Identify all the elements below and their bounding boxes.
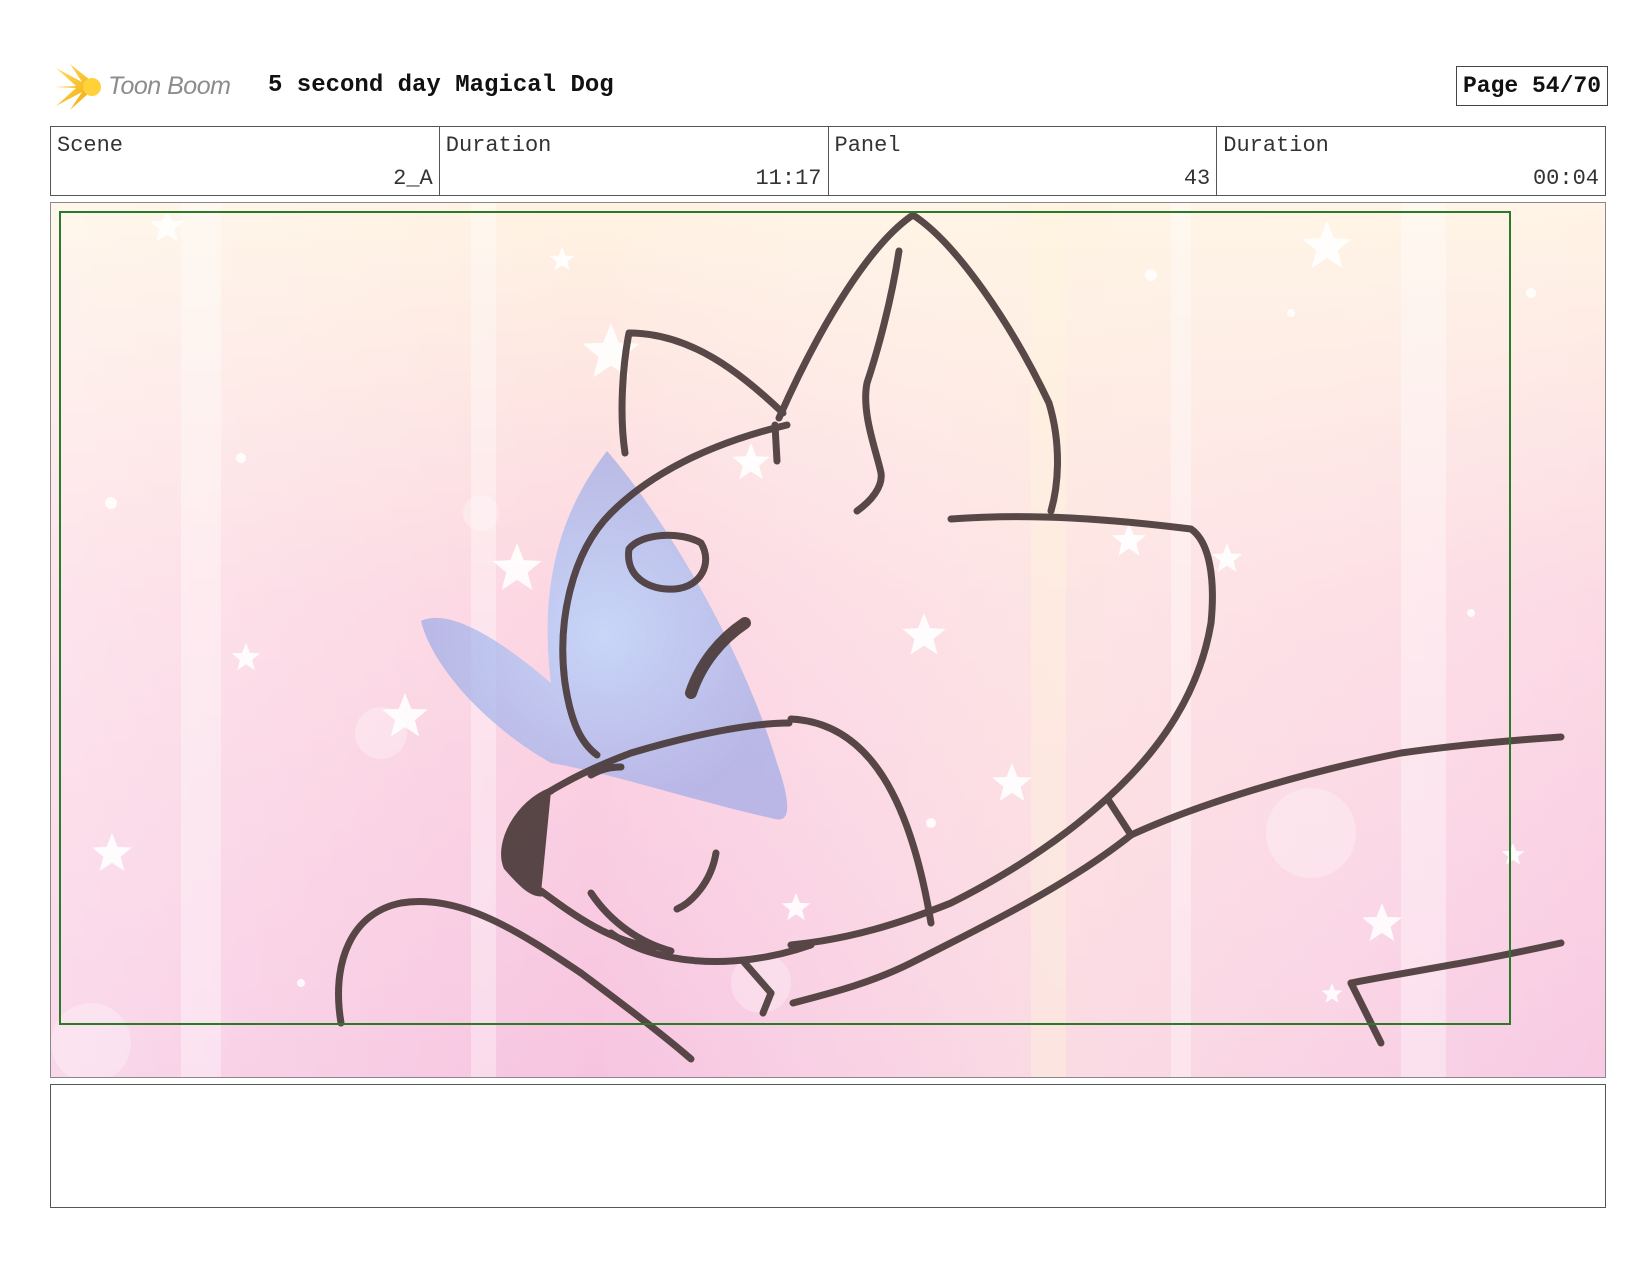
toon-boom-logo-icon xyxy=(54,64,101,110)
document-title: 5 second day Magical Dog xyxy=(268,72,614,99)
panel-duration-label: Duration xyxy=(1223,133,1329,158)
scene-value: 2_A xyxy=(393,166,433,191)
storyboard-panel xyxy=(50,202,1606,1078)
logo-text: Toon Boom xyxy=(108,72,231,100)
panel-cell: Panel 43 xyxy=(827,127,1217,195)
scene-duration-label: Duration xyxy=(445,133,552,158)
panel-label: Panel xyxy=(834,133,901,158)
scene-duration-cell: Duration 11:17 xyxy=(438,127,828,195)
scene-label: Scene xyxy=(57,133,124,158)
panel-duration-value: 00:04 xyxy=(1532,166,1599,191)
page-number: Page 54/70 xyxy=(1455,66,1608,106)
panel-value: 43 xyxy=(1183,166,1211,191)
page-header: Toon Boom 5 second day Magical Dog Page … xyxy=(52,58,1608,114)
scene-info-row: Scene 2_A Duration 11:17 Panel 43 Durati… xyxy=(50,126,1606,196)
panel-notes-box xyxy=(50,1084,1606,1208)
toon-boom-logo: Toon Boom xyxy=(52,60,252,114)
panel-duration-cell: Duration 00:04 xyxy=(1216,127,1605,195)
panel-artwork xyxy=(51,203,1605,1077)
scene-cell: Scene 2_A xyxy=(51,127,439,195)
scene-duration-value: 11:17 xyxy=(755,166,822,191)
